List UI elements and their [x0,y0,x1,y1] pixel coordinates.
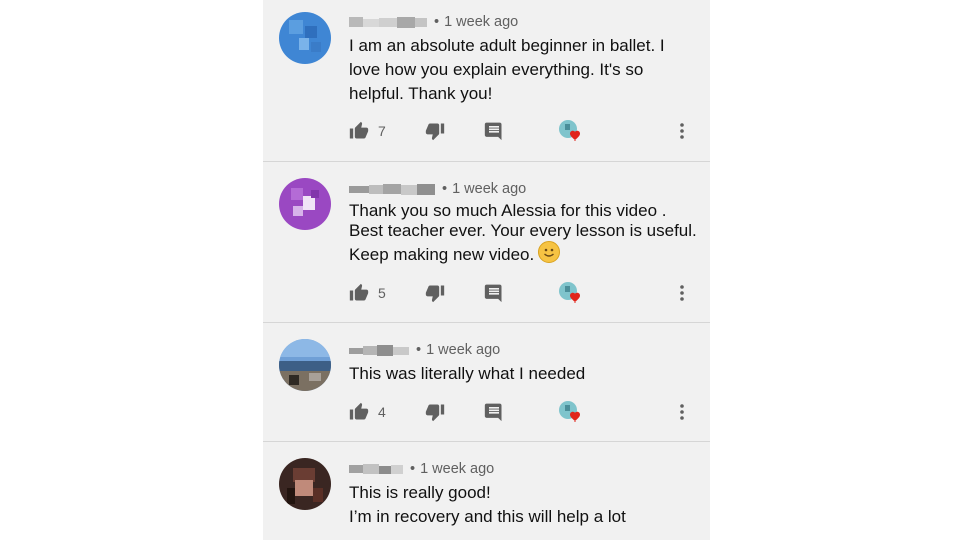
more-vertical-icon [680,285,684,301]
comment-text-line: Thank you so much Alessia for this video… [349,201,667,220]
creator-heart-icon [559,401,580,422]
more-options-button[interactable] [679,281,685,305]
dislike-button[interactable] [425,281,445,305]
more-vertical-icon [680,404,684,420]
author-name-blurred[interactable] [349,343,411,357]
comment-text-line: love how you explain everything. It's so [349,60,644,79]
like-count: 4 [378,404,386,420]
dislike-button[interactable] [425,119,445,143]
dislike-button[interactable] [425,400,445,424]
comments-panel: • 1 week ago I am an absolute adult begi… [263,0,710,540]
thumb-down-icon [425,123,445,141]
comment-time[interactable]: 1 week ago [444,14,518,30]
avatar[interactable] [279,178,331,230]
reply-button[interactable] [484,281,504,305]
creator-heart [558,400,584,424]
reply-comment-icon [484,284,502,303]
separator-dot: • [416,342,422,358]
creator-heart [558,281,584,305]
reply-comment-icon [484,122,502,141]
author-name-blurred[interactable] [349,15,429,29]
like-count: 7 [378,123,386,139]
comment-text-line: I am an absolute adult beginner in balle… [349,36,665,55]
thumb-up-icon [349,121,369,139]
comment-text-line: This was literally what I needed [349,364,586,383]
comment-thread: • 1 week ago Thank you so much Alessia f… [263,162,710,323]
like-count: 5 [378,285,386,301]
comment-thread: • 1 week ago This is really good! I’m in… [263,442,710,540]
thumb-up-icon [349,283,369,301]
more-options-button[interactable] [679,119,685,143]
more-vertical-icon [680,123,684,139]
creator-heart-icon [559,120,580,141]
comment-text-line: This is really good! [349,483,491,502]
comment-text-line: helpful. Thank you! [349,84,493,103]
avatar[interactable] [279,12,331,64]
like-button[interactable]: 7 [349,119,386,143]
comment-text: This was literally what I needed [349,363,694,385]
comment-actions: 5 [349,281,699,305]
separator-dot: • [442,181,448,197]
author-name-blurred[interactable] [349,182,437,196]
thumb-down-icon [425,285,445,303]
comment-time[interactable]: 1 week ago [452,181,526,197]
avatar[interactable] [279,339,331,391]
reply-button[interactable] [484,400,504,424]
creator-heart [558,119,584,143]
more-options-button[interactable] [679,400,685,424]
author-name-blurred[interactable] [349,462,405,476]
thumb-down-icon [425,404,445,422]
comment-actions: 4 [349,400,699,424]
comment-text-line: Best teacher ever. Your every lesson is … [349,221,697,240]
comment-actions: 7 [349,119,699,143]
smiling-face-emoji [538,241,561,263]
reply-comment-icon [484,403,502,422]
comment-text-line: Keep making new video. [349,241,694,265]
comment-text: Thank you so much Alessia for this video… [349,201,697,265]
like-button[interactable]: 4 [349,400,386,424]
comment-thread: • 1 week ago This was literally what I n… [263,323,710,442]
creator-heart-icon [559,282,580,303]
separator-dot: • [434,14,440,30]
separator-dot: • [410,461,416,477]
reply-button[interactable] [484,119,504,143]
comment-text-segment: Keep making new video. [349,245,535,264]
comment-thread: • 1 week ago I am an absolute adult begi… [263,0,710,162]
comment-text-line: I’m in recovery and this will help a lot [349,507,626,526]
thumb-up-icon [349,402,369,420]
comment-time[interactable]: 1 week ago [426,342,500,358]
avatar[interactable] [279,458,331,510]
comment-time[interactable]: 1 week ago [420,461,494,477]
comment-text: This is really good! I’m in recovery and… [349,481,694,529]
comment-text: I am an absolute adult beginner in balle… [349,34,694,106]
like-button[interactable]: 5 [349,281,386,305]
